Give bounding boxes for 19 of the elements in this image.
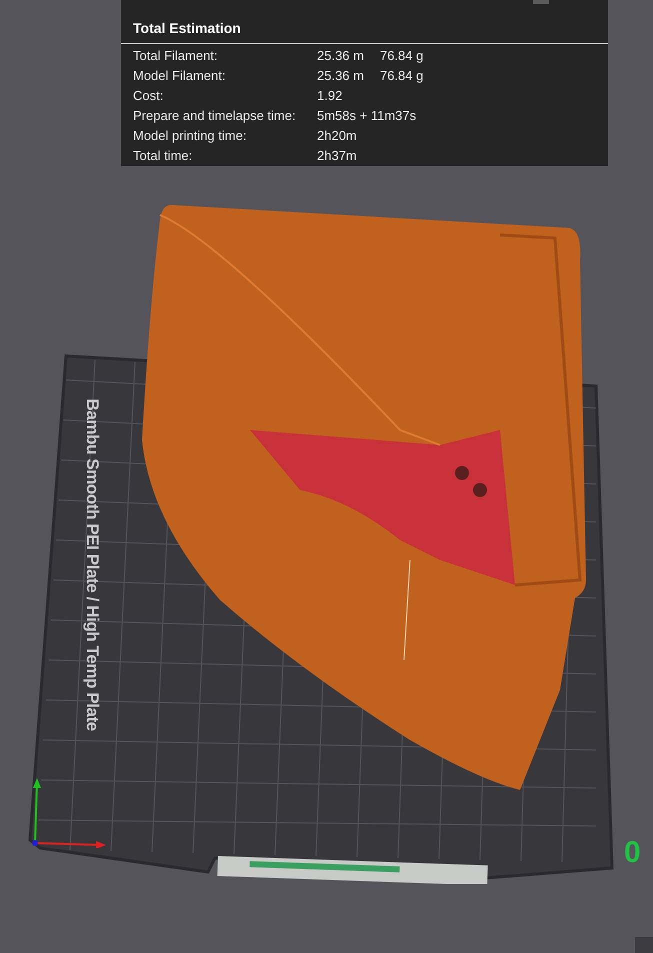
plate-label: Bambu Smooth PEI Plate / High Temp Plate [82,398,103,732]
estimation-label: Model printing time: [133,127,248,146]
estimation-value: 5m58s + 11m37s [317,107,416,126]
estimation-value: 76.84 g [380,47,424,66]
estimation-value: 1.92 [317,87,342,106]
layer-number: 0 [624,838,641,868]
estimation-value: 25.36 m [317,67,364,86]
panel-title: Total Estimation [133,20,241,36]
corner-button[interactable] [635,937,653,953]
estimation-label: Prepare and timelapse time: [133,107,297,126]
estimation-value: 25.36 m [317,47,364,66]
estimation-label: Total Filament: [133,47,219,66]
estimation-value: 2h37m [317,147,357,166]
estimation-label: Total time: [133,147,194,166]
estimation-label: Cost: [133,87,164,106]
estimation-value: 2h20m [317,127,357,146]
estimation-label: Model Filament: [133,67,226,86]
square-icon [533,0,549,4]
estimation-value: 76.84 g [380,67,424,86]
